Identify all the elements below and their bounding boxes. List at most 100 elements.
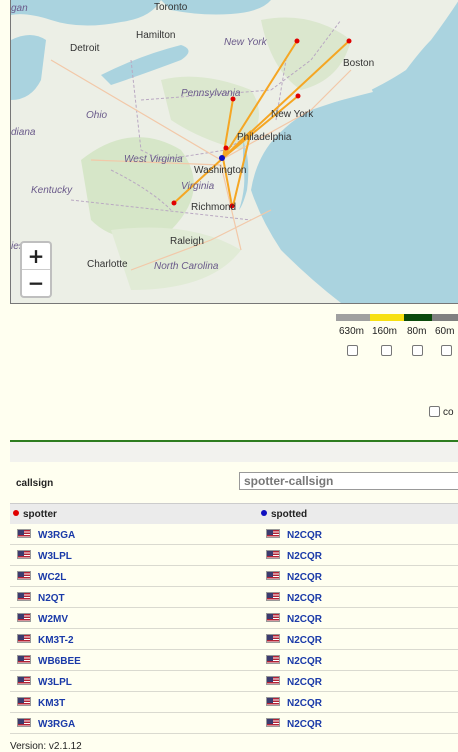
header-spotted-label: spotted (271, 509, 308, 520)
map-label: Philadelphia (237, 132, 292, 143)
table-row: KM3T N2CQR (10, 692, 458, 713)
spotter-link[interactable]: WB6BEE (38, 656, 81, 667)
spotted-marker[interactable] (219, 155, 225, 161)
map-label: gan (11, 3, 28, 14)
band-label-160m: 160m (372, 326, 398, 337)
filter-row: callsign (10, 466, 458, 500)
band-bar-630m (336, 314, 370, 321)
map-label: Raleigh (170, 236, 204, 247)
us-flag-icon (266, 613, 280, 622)
map-label: Hamilton (136, 30, 175, 41)
band-label-630m: 630m (339, 326, 365, 337)
table-row: W3RGA N2CQR (10, 713, 458, 734)
us-flag-icon (17, 550, 31, 559)
spotter-callsign-input[interactable] (239, 472, 458, 490)
band-bar-60m (432, 314, 458, 321)
spots-table: W3RGA N2CQR W3LPL N2CQR WC2L N2CQR N2QT N2CQ… (10, 524, 458, 734)
header-spotter-label: spotter (23, 509, 57, 520)
spotted-link[interactable]: N2CQR (287, 719, 322, 730)
map-label: New York (271, 109, 314, 120)
us-flag-icon (17, 655, 31, 664)
band-bar-160m (370, 314, 404, 321)
map-label: Charlotte (87, 259, 128, 270)
map-label: Toronto (154, 2, 188, 13)
map-label: Virginia (181, 181, 215, 192)
band-checkbox-160m[interactable] (381, 345, 392, 356)
us-flag-icon (17, 676, 31, 685)
spotted-link[interactable]: N2CQR (287, 677, 322, 688)
map-label: West Virginia (124, 154, 183, 165)
table-row: W3LPL N2CQR (10, 671, 458, 692)
table-row: W3RGA N2CQR (10, 524, 458, 545)
us-flag-icon (266, 655, 280, 664)
spotter-link[interactable]: W3RGA (38, 719, 75, 730)
spotter-link[interactable]: W2MV (38, 614, 68, 625)
us-flag-icon (17, 592, 31, 601)
spotted-link[interactable]: N2CQR (287, 656, 322, 667)
map-label: Richmond (191, 202, 236, 213)
band-bar-80m (404, 314, 432, 321)
zoom-control: + − (20, 241, 52, 298)
table-row: W3LPL N2CQR (10, 545, 458, 566)
map-label: Pennsylvania (181, 88, 241, 99)
table-header: spotter spotted (10, 503, 458, 524)
us-flag-icon (17, 571, 31, 580)
map-label: North Carolina (154, 261, 219, 272)
band-label-80m: 80m (407, 326, 427, 337)
header-spotter[interactable]: spotter (13, 509, 57, 520)
map-canvas[interactable]: Toronto Hamilton Detroit New York Boston… (11, 0, 458, 303)
callsign-label: callsign (16, 478, 54, 489)
spotted-link[interactable]: N2CQR (287, 551, 322, 562)
spotted-link[interactable]: N2CQR (287, 635, 322, 646)
spotted-dot-icon (261, 510, 267, 516)
us-flag-icon (266, 634, 280, 643)
us-flag-icon (266, 550, 280, 559)
zoom-in-button[interactable]: + (22, 243, 50, 269)
version-text: Version: v2.1.12 (10, 741, 82, 752)
us-flag-icon (266, 697, 280, 706)
spotter-link[interactable]: KM3T (38, 698, 65, 709)
us-flag-icon (17, 634, 31, 643)
spotted-link[interactable]: N2CQR (287, 530, 322, 541)
map-label: New York (224, 37, 268, 48)
table-row: W2MV N2CQR (10, 608, 458, 629)
us-flag-icon (266, 718, 280, 727)
us-flag-icon (266, 529, 280, 538)
table-row: WB6BEE N2CQR (10, 650, 458, 671)
spotter-link[interactable]: KM3T-2 (38, 635, 74, 646)
band-checkbox-60m[interactable] (441, 345, 452, 356)
map-label: Detroit (70, 43, 100, 54)
spotter-link[interactable]: WC2L (38, 572, 66, 583)
us-flag-icon (266, 571, 280, 580)
co-label: co (443, 407, 454, 418)
zoom-out-button[interactable]: − (22, 269, 50, 296)
spotted-link[interactable]: N2CQR (287, 593, 322, 604)
us-flag-icon (266, 676, 280, 685)
map-label: diana (11, 127, 36, 138)
spotter-link[interactable]: W3LPL (38, 551, 72, 562)
spotter-link[interactable]: N2QT (38, 593, 65, 604)
band-checkbox-80m[interactable] (412, 345, 423, 356)
header-spotted[interactable]: spotted (261, 509, 307, 520)
map[interactable]: Toronto Hamilton Detroit New York Boston… (10, 0, 458, 304)
map-label: Washington (194, 165, 246, 176)
table-row: N2QT N2CQR (10, 587, 458, 608)
spotted-link[interactable]: N2CQR (287, 614, 322, 625)
spotted-link[interactable]: N2CQR (287, 698, 322, 709)
band-legend: 630m 160m 80m 60m (336, 314, 458, 364)
spotter-link[interactable]: W3LPL (38, 677, 72, 688)
us-flag-icon (17, 697, 31, 706)
map-label: Kentucky (31, 185, 73, 196)
us-flag-icon (17, 718, 31, 727)
table-row: KM3T-2 N2CQR (10, 629, 458, 650)
spotted-link[interactable]: N2CQR (287, 572, 322, 583)
table-row: WC2L N2CQR (10, 566, 458, 587)
co-checkbox[interactable] (429, 406, 440, 417)
table-top-band (10, 442, 458, 462)
map-label: Ohio (86, 110, 108, 121)
us-flag-icon (17, 613, 31, 622)
spotter-link[interactable]: W3RGA (38, 530, 75, 541)
band-checkbox-630m[interactable] (347, 345, 358, 356)
spotter-dot-icon (13, 510, 19, 516)
us-flag-icon (17, 529, 31, 538)
